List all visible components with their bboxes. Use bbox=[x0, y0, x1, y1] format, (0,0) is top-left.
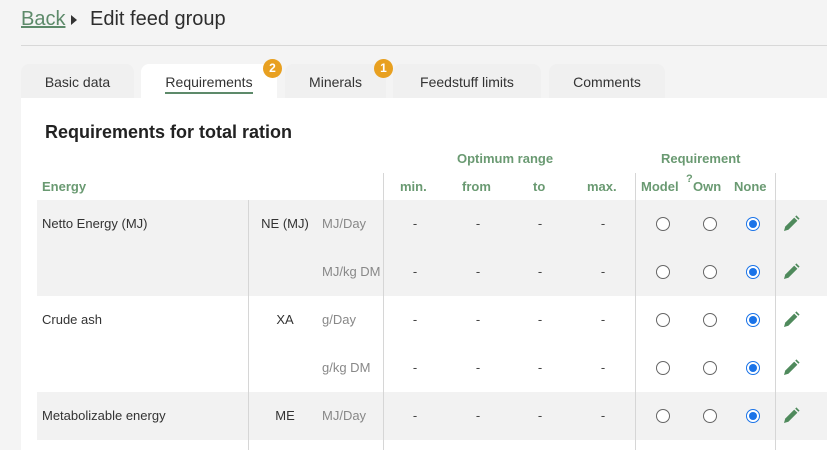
tab-label: Basic data bbox=[44, 74, 111, 90]
table-row: MJ/kg DM - - - - bbox=[37, 248, 827, 296]
min-value: - bbox=[412, 216, 418, 231]
page-header: Back Edit feed group bbox=[0, 0, 827, 46]
to-value: - bbox=[537, 216, 543, 231]
row-abbreviation: XA bbox=[276, 312, 294, 327]
page-title: Edit feed group bbox=[90, 8, 226, 30]
max-header: max. bbox=[587, 179, 617, 194]
row-unit: MJ/Day bbox=[322, 216, 367, 231]
row-unit: g/Day bbox=[322, 312, 356, 327]
optimum-range-header: Optimum range bbox=[457, 151, 554, 166]
from-value: - bbox=[475, 216, 481, 231]
own-radio[interactable] bbox=[703, 217, 717, 231]
tab-basic-data[interactable]: Basic data bbox=[21, 64, 134, 98]
from-value: - bbox=[475, 360, 481, 375]
requirements-count-badge: 2 bbox=[263, 59, 282, 78]
row-abbreviation bbox=[249, 248, 321, 296]
row-abbreviation: ME bbox=[275, 408, 295, 423]
none-header: None bbox=[734, 179, 767, 194]
pencil-icon[interactable] bbox=[781, 406, 801, 426]
none-radio[interactable] bbox=[746, 265, 760, 279]
pencil-icon[interactable] bbox=[781, 310, 801, 330]
own-header: Own bbox=[693, 179, 722, 194]
max-value: - bbox=[600, 312, 606, 327]
active-tab-underline bbox=[165, 92, 253, 94]
pencil-icon[interactable] bbox=[781, 358, 801, 378]
pencil-icon[interactable] bbox=[781, 214, 801, 234]
requirements-panel: Requirements for total ration Optimum ra… bbox=[21, 98, 827, 450]
to-header: to bbox=[533, 179, 546, 194]
column-divider bbox=[635, 173, 636, 450]
model-radio[interactable] bbox=[656, 313, 670, 327]
model-radio[interactable] bbox=[656, 265, 670, 279]
table-row: Crude ash XA g/Day - - - - bbox=[37, 296, 827, 344]
table-row: Netto Energy (MJ) NE (MJ) MJ/Day - - - - bbox=[37, 200, 827, 248]
model-header: Model bbox=[641, 179, 679, 194]
none-radio[interactable] bbox=[746, 217, 760, 231]
row-abbreviation bbox=[249, 344, 321, 392]
row-unit: MJ/kg DM bbox=[322, 264, 381, 279]
to-value: - bbox=[537, 408, 543, 423]
own-radio[interactable] bbox=[703, 265, 717, 279]
from-value: - bbox=[475, 264, 481, 279]
row-label: Crude ash bbox=[42, 312, 102, 327]
tab-requirements[interactable]: Requirements bbox=[141, 64, 277, 98]
tab-label: Comments bbox=[573, 74, 641, 90]
section-title: Requirements for total ration bbox=[45, 122, 293, 142]
from-value: - bbox=[475, 408, 481, 423]
column-divider bbox=[383, 173, 384, 450]
none-radio[interactable] bbox=[746, 409, 760, 423]
min-header: min. bbox=[400, 179, 427, 194]
row-abbreviation: NE (MJ) bbox=[261, 216, 309, 231]
min-value: - bbox=[412, 312, 418, 327]
none-radio[interactable] bbox=[746, 313, 760, 327]
to-value: - bbox=[537, 312, 543, 327]
requirement-header: Requirement bbox=[661, 151, 741, 166]
min-value: - bbox=[412, 408, 418, 423]
column-divider bbox=[775, 173, 776, 450]
from-header: from bbox=[462, 179, 491, 194]
model-radio[interactable] bbox=[656, 409, 670, 423]
group-label: Energy bbox=[42, 179, 87, 194]
min-value: - bbox=[412, 264, 418, 279]
row-unit: g/kg DM bbox=[322, 360, 371, 375]
model-help-icon[interactable]: ? bbox=[686, 173, 693, 185]
header-divider bbox=[21, 45, 827, 46]
tab-label: Minerals bbox=[309, 74, 362, 90]
max-value: - bbox=[600, 264, 606, 279]
none-radio[interactable] bbox=[746, 361, 760, 375]
model-radio[interactable] bbox=[656, 217, 670, 231]
table-row: Metabolizable energy ME MJ/Day - - - - bbox=[37, 392, 827, 440]
tab-minerals[interactable]: Minerals bbox=[285, 64, 386, 98]
to-value: - bbox=[537, 264, 543, 279]
tab-label: Feedstuff limits bbox=[420, 74, 514, 90]
tab-comments[interactable]: Comments bbox=[549, 64, 665, 98]
min-value: - bbox=[412, 360, 418, 375]
tab-label: Requirements bbox=[165, 74, 253, 90]
back-link[interactable]: Back bbox=[21, 8, 65, 31]
max-value: - bbox=[600, 360, 606, 375]
from-value: - bbox=[475, 312, 481, 327]
column-divider bbox=[248, 200, 249, 450]
max-value: - bbox=[600, 216, 606, 231]
own-radio[interactable] bbox=[703, 361, 717, 375]
tab-feedstuff-limits[interactable]: Feedstuff limits bbox=[393, 64, 541, 98]
row-label: Metabolizable energy bbox=[42, 408, 166, 423]
minerals-count-badge: 1 bbox=[374, 59, 393, 78]
table-row: g/kg DM - - - - bbox=[37, 344, 827, 392]
own-radio[interactable] bbox=[703, 313, 717, 327]
pencil-icon[interactable] bbox=[781, 262, 801, 282]
row-unit: MJ/Day bbox=[322, 408, 367, 423]
to-value: - bbox=[537, 360, 543, 375]
caret-right-icon bbox=[71, 15, 77, 25]
own-radio[interactable] bbox=[703, 409, 717, 423]
model-radio[interactable] bbox=[656, 361, 670, 375]
row-label: Netto Energy (MJ) bbox=[42, 216, 148, 231]
max-value: - bbox=[600, 408, 606, 423]
